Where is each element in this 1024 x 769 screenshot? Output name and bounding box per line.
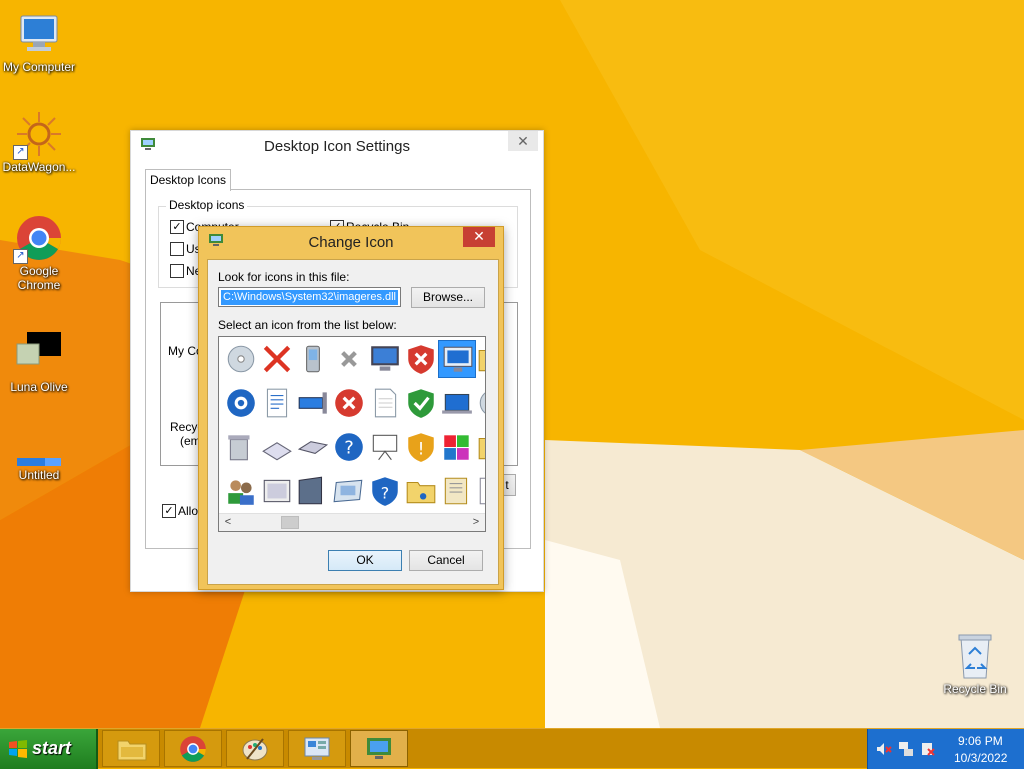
horizontal-scrollbar[interactable]: < > (219, 513, 485, 531)
disc-drive-icon[interactable] (222, 340, 260, 378)
tab-desktop-icons[interactable]: Desktop Icons (145, 169, 231, 191)
blue-compass-icon[interactable] (222, 384, 260, 422)
shield-help-icon[interactable]: ? (366, 472, 404, 510)
paint-palette-icon (242, 738, 268, 761)
checkbox-allow-themes[interactable]: ✓ (162, 504, 176, 518)
control-panel-icon (304, 737, 330, 760)
taskbar-control-panel[interactable] (288, 730, 346, 767)
recycle-bin-icon (951, 632, 999, 680)
svg-text:!: ! (418, 439, 425, 459)
scroll-thumb[interactable] (281, 516, 299, 529)
music-folder-icon[interactable] (402, 472, 440, 510)
folder-gray-icon[interactable] (294, 472, 332, 510)
desktop-icon-luna-olive[interactable]: Luna Olive (0, 330, 78, 394)
desktop-icon-label: Recycle Bin (943, 682, 1007, 696)
taskbar-file-explorer[interactable] (102, 730, 160, 767)
error-x-icon[interactable] (330, 384, 368, 422)
projector-icon[interactable] (366, 428, 404, 466)
chrome-icon: ↗ (13, 214, 63, 264)
shield-warning-icon[interactable]: ! (402, 428, 440, 466)
monitor-icon (367, 738, 391, 759)
clock-date[interactable]: 10/3/2022 (954, 751, 1007, 765)
network-icon[interactable] (898, 741, 914, 757)
checkbox-computer[interactable]: ✓ (170, 220, 184, 234)
red-x-icon[interactable] (258, 340, 296, 378)
theme-swatch-icon (15, 330, 63, 378)
monitor-selected-icon[interactable] (438, 340, 476, 378)
desktop-icon-recycle-bin[interactable]: Recycle Bin (936, 632, 1014, 696)
windows-logo-icon (9, 740, 27, 758)
icon-list[interactable]: ?!? < > (218, 336, 486, 532)
laptop-icon[interactable] (438, 384, 476, 422)
file-icon (15, 440, 63, 466)
desktop-icon-label: Google Chrome (17, 264, 61, 292)
windows-colors-icon[interactable] (438, 428, 476, 466)
icon-file-value: C:\Windows\System32\imageres.dll (221, 290, 399, 305)
help-icon[interactable]: ? (330, 428, 368, 466)
shield-check-icon[interactable] (402, 384, 440, 422)
monitor-icon[interactable] (366, 340, 404, 378)
icon-file-input[interactable]: C:\Windows\System32\imageres.dll (218, 287, 401, 307)
dialog-title: Change Icon (308, 234, 394, 251)
desktop-icon-label: DataWagon... (2, 160, 76, 174)
dialog-body: Look for icons in this file: C:\Windows\… (207, 259, 499, 585)
desktop-icon-label: Untitled (18, 468, 60, 482)
users-icon[interactable] (222, 472, 260, 510)
window-title: Desktop Icon Settings (264, 138, 410, 155)
file-label: Look for icons in this file: (218, 270, 350, 284)
flat-drive-icon[interactable] (294, 428, 332, 466)
close-button[interactable]: ✕ (508, 131, 538, 151)
cancel-button[interactable]: Cancel (409, 550, 483, 571)
start-button[interactable]: start (0, 729, 98, 769)
scroll-left-button[interactable]: < (221, 515, 235, 529)
checkbox-user-files[interactable] (170, 242, 184, 256)
document-lines-icon[interactable] (258, 384, 296, 422)
desktop-icon-label: My Computer (2, 60, 76, 74)
close-button[interactable]: ✕ (463, 227, 495, 247)
action-center-icon[interactable] (920, 741, 936, 757)
gray-x-icon[interactable] (330, 340, 368, 378)
desktop-icon-datawagon[interactable]: ↗ DataWagon... (0, 110, 78, 174)
change-icon-dialog: Change Icon ✕ Look for icons in this fil… (198, 226, 504, 590)
desktop-icon-label: Luna Olive (10, 380, 68, 394)
clock-time[interactable]: 9:06 PM (958, 734, 1003, 748)
taskbar-paint[interactable] (226, 730, 284, 767)
folder-icon (117, 740, 147, 761)
network-adapter-icon[interactable] (294, 384, 332, 422)
taskbar: start 9:06 PM 10/3/2022 (0, 728, 1024, 769)
svg-text:?: ? (381, 483, 389, 502)
pda-icon[interactable] (294, 340, 332, 378)
volume-muted-icon[interactable] (876, 742, 892, 756)
frame-icon[interactable] (258, 472, 296, 510)
browse-button[interactable]: Browse... (411, 287, 485, 308)
desktop-icon-my-computer[interactable]: My Computer (0, 10, 78, 74)
checkbox-network[interactable] (170, 264, 184, 278)
title-bar[interactable]: Desktop Icon Settings ✕ (131, 131, 543, 161)
desktop-icon-untitled[interactable]: Untitled (0, 440, 78, 482)
datawagon-sun-icon: ↗ (13, 110, 63, 160)
shield-red-x-icon[interactable] (402, 340, 440, 378)
taskbar-chrome[interactable] (164, 730, 222, 767)
blank-document-icon[interactable] (366, 384, 404, 422)
shortcut-arrow-icon: ↗ (13, 249, 28, 264)
scanner-icon[interactable] (258, 428, 296, 466)
docs-folder-icon[interactable] (438, 472, 476, 510)
screen-window-icon[interactable] (330, 472, 368, 510)
scroll-right-button[interactable]: > (469, 515, 483, 529)
title-bar[interactable]: Change Icon ✕ (199, 227, 503, 257)
start-label: start (32, 738, 72, 758)
chrome-icon (180, 736, 206, 762)
list-label: Select an icon from the list below: (218, 318, 397, 332)
system-tray: 9:06 PM 10/3/2022 (867, 729, 1024, 769)
computer-icon (15, 10, 63, 58)
trash-box-icon[interactable] (222, 428, 260, 466)
ok-button[interactable]: OK (328, 550, 402, 571)
group-label: Desktop icons (166, 198, 248, 212)
desktop-icon-google-chrome[interactable]: ↗ Google Chrome (0, 214, 78, 292)
taskbar-desktop-icon-settings[interactable] (350, 730, 408, 767)
shortcut-arrow-icon: ↗ (13, 145, 28, 160)
svg-text:?: ? (344, 437, 354, 458)
